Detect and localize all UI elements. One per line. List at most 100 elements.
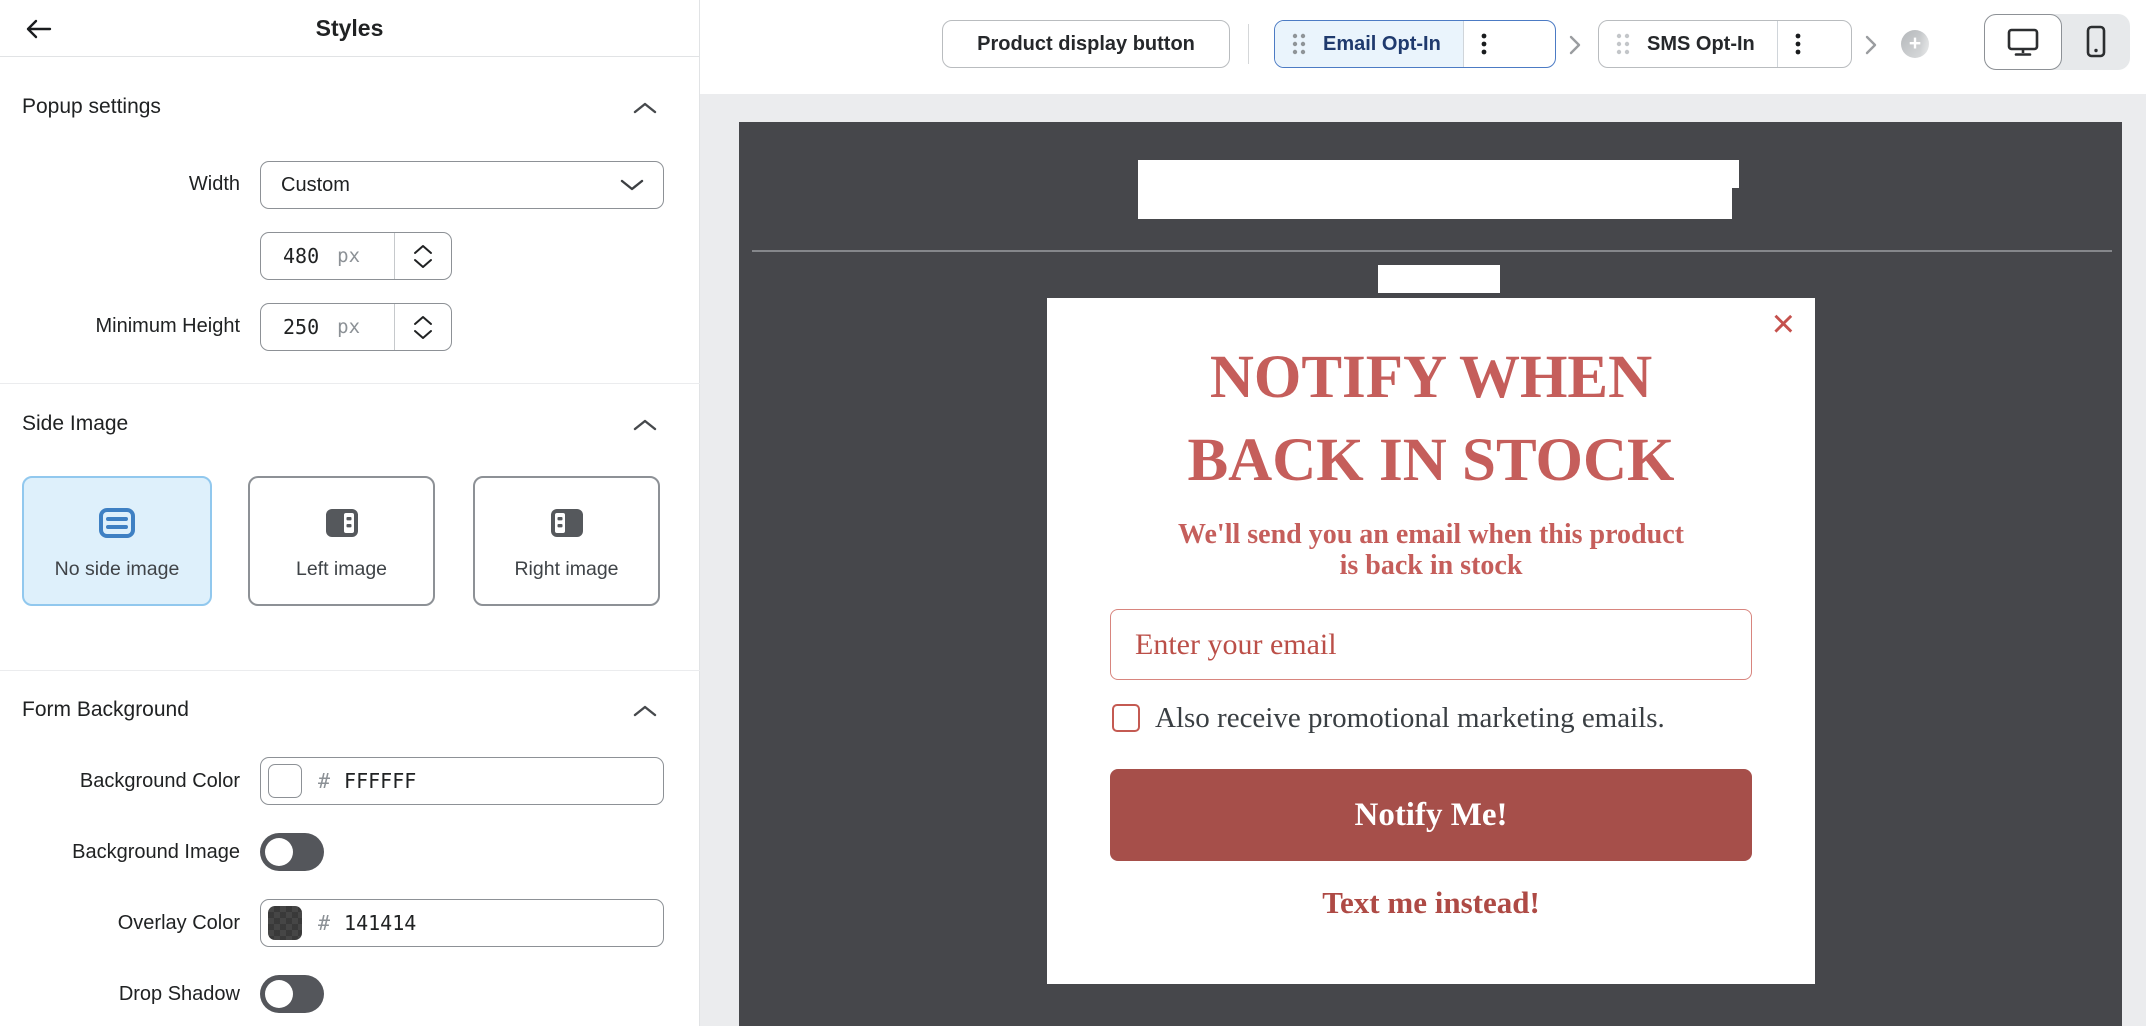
chevron-down-icon <box>619 178 645 192</box>
product-display-button[interactable]: Product display button <box>942 20 1230 68</box>
width-stepper[interactable] <box>394 233 451 279</box>
kebab-menu-icon <box>1481 31 1487 57</box>
desktop-preview-button[interactable] <box>1984 14 2062 70</box>
mobile-preview-button[interactable] <box>2062 14 2130 70</box>
styles-sidebar: Styles Popup settings Width Custom 480 p… <box>0 0 700 1026</box>
email-opt-in-label: Email Opt-In <box>1323 33 1441 56</box>
side-image-option-right[interactable]: Right image <box>473 476 660 606</box>
section-divider <box>0 670 700 671</box>
width-label: Width <box>0 173 240 196</box>
app-root: Styles Popup settings Width Custom 480 p… <box>0 0 2146 1026</box>
text-me-instead-link[interactable]: Text me instead! <box>1047 886 1815 920</box>
chevron-up-icon <box>413 315 433 326</box>
side-image-option-none[interactable]: No side image <box>22 476 212 606</box>
popup-subheading-line1: We'll send you an email when this produc… <box>1047 519 1815 550</box>
sidebar-header: Styles <box>0 0 699 57</box>
popup-subheading: We'll send you an email when this produc… <box>1047 519 1815 581</box>
chevron-up-icon <box>632 101 658 115</box>
drop-shadow-toggle[interactable] <box>260 975 324 1013</box>
email-opt-in-block: Email Opt-In <box>1274 20 1556 68</box>
popup-overlay: × NOTIFY WHEN BACK IN STOCK We'll send y… <box>739 122 2122 1026</box>
mobile-icon <box>2077 23 2115 61</box>
drop-shadow-label: Drop Shadow <box>0 983 240 1006</box>
notify-popup: × NOTIFY WHEN BACK IN STOCK We'll send y… <box>1047 298 1815 984</box>
background-image-toggle[interactable] <box>260 833 324 871</box>
desktop-icon <box>2004 25 2042 59</box>
color-swatch-white[interactable] <box>268 764 302 798</box>
section-divider <box>0 383 700 384</box>
collapse-form-background-button[interactable] <box>630 700 660 722</box>
min-height-px-input[interactable]: 250 px <box>260 303 452 351</box>
background-color-input[interactable]: # FFFFFF <box>260 757 664 805</box>
sms-opt-in-menu-button[interactable] <box>1777 21 1819 67</box>
collapse-popup-settings-button[interactable] <box>630 97 660 119</box>
sms-opt-in-label: SMS Opt-In <box>1647 33 1755 56</box>
section-title-form-background: Form Background <box>22 698 189 722</box>
content-placeholder-block <box>1138 160 1739 188</box>
marketing-consent-label: Also receive promotional marketing email… <box>1155 702 1665 735</box>
min-height-label: Minimum Height <box>0 315 240 338</box>
drag-handle-icon[interactable] <box>1615 31 1631 57</box>
arrow-left-icon <box>22 16 54 42</box>
min-height-px-value: 250 <box>261 304 319 350</box>
right-image-icon <box>544 502 590 544</box>
chevron-up-icon <box>632 418 658 432</box>
chevron-up-icon <box>413 244 433 255</box>
overlay-color-hex: 141414 <box>344 911 416 935</box>
preview-canvas: × NOTIFY WHEN BACK IN STOCK We'll send y… <box>700 94 2146 1026</box>
hex-hash: # <box>318 769 330 793</box>
add-block-button[interactable]: + <box>1894 20 1958 68</box>
sms-opt-in-block: SMS Opt-In <box>1598 20 1852 68</box>
email-opt-in-menu-button[interactable] <box>1463 21 1505 67</box>
overlay-color-input[interactable]: # 141414 <box>260 899 664 947</box>
min-height-stepper[interactable] <box>394 304 451 350</box>
block-toolbar: Product display button Email Opt-In <box>700 0 2146 94</box>
divider-line <box>752 250 2112 252</box>
overlay-color-label: Overlay Color <box>0 912 240 935</box>
marketing-consent-checkbox[interactable] <box>1112 704 1140 732</box>
notify-me-button[interactable]: Notify Me! <box>1110 769 1752 861</box>
chevron-up-icon <box>632 704 658 718</box>
background-color-label: Background Color <box>0 770 240 793</box>
email-input[interactable] <box>1110 609 1752 680</box>
popup-heading: NOTIFY WHEN BACK IN STOCK <box>1047 336 1815 502</box>
width-px-unit: px <box>319 233 360 279</box>
kebab-menu-icon <box>1795 31 1801 57</box>
chevron-down-icon <box>413 258 433 269</box>
color-swatch-dark[interactable] <box>268 906 302 940</box>
toolbar-divider <box>1248 24 1249 64</box>
width-select[interactable]: Custom <box>260 161 664 209</box>
side-image-option-label: No side image <box>55 558 180 581</box>
hex-hash: # <box>318 911 330 935</box>
popup-heading-line2: BACK IN STOCK <box>1047 419 1815 502</box>
device-preview-toggle <box>1984 14 2130 70</box>
back-button[interactable] <box>20 14 56 44</box>
min-height-px-unit: px <box>319 304 360 350</box>
left-image-icon <box>319 502 365 544</box>
side-image-option-left[interactable]: Left image <box>248 476 435 606</box>
side-image-option-label: Left image <box>296 558 387 581</box>
no-side-image-icon <box>94 502 140 544</box>
plus-icon: + <box>1901 30 1929 58</box>
marketing-consent-row: Also receive promotional marketing email… <box>1112 701 1665 735</box>
sms-opt-in-tab[interactable]: SMS Opt-In <box>1599 21 1777 67</box>
drag-handle-icon[interactable] <box>1291 31 1307 57</box>
page-title: Styles <box>0 0 699 57</box>
side-image-option-label: Right image <box>514 558 618 581</box>
chevron-right-icon <box>1863 32 1879 56</box>
content-placeholder-block <box>1138 188 1732 219</box>
content-placeholder-block <box>1378 265 1500 293</box>
section-title-popup-settings: Popup settings <box>22 95 161 119</box>
email-opt-in-tab[interactable]: Email Opt-In <box>1275 21 1463 67</box>
background-color-hex: FFFFFF <box>344 769 416 793</box>
chevron-down-icon <box>413 329 433 340</box>
width-select-value: Custom <box>281 174 619 197</box>
popup-heading-line1: NOTIFY WHEN <box>1047 336 1815 419</box>
popup-subheading-line2: is back in stock <box>1047 550 1815 581</box>
section-title-side-image: Side Image <box>22 412 128 436</box>
width-px-value: 480 <box>261 233 319 279</box>
width-px-input[interactable]: 480 px <box>260 232 452 280</box>
background-image-label: Background Image <box>0 841 240 864</box>
collapse-side-image-button[interactable] <box>630 414 660 436</box>
chevron-right-icon <box>1567 32 1583 56</box>
